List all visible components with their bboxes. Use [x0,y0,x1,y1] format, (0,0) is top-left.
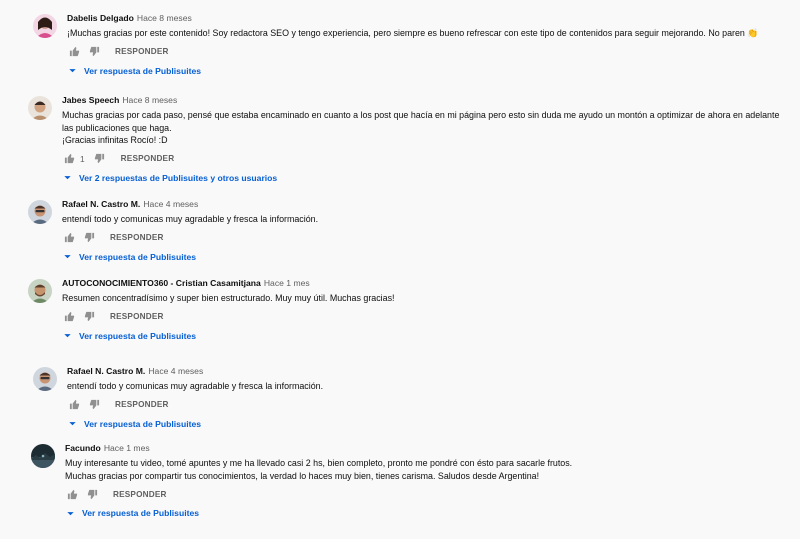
thumbs-down-icon[interactable] [82,310,96,324]
thumbs-up-icon[interactable] [65,487,79,501]
thumbs-down-icon[interactable] [82,231,96,245]
avatar[interactable] [28,96,52,120]
like-count: 1 [80,153,85,164]
comment-text: entendí todo y comunicas muy agradable y… [67,381,324,391]
view-replies-button[interactable]: Ver respuesta de Publisuites [65,506,793,520]
view-replies-button[interactable]: Ver 2 respuestas de Publisuites y otros … [62,171,793,185]
chevron-down-icon [64,334,71,338]
comment-text: entendí todo y comunicas muy agradable y… [62,214,319,224]
comment-body: Rafael N. Castro M. Hace 4 meses entendí … [67,365,793,431]
comment-timestamp[interactable]: Hace 4 meses [143,199,198,209]
chevron-down-icon [64,255,71,259]
reply-button[interactable]: RESPONDER [113,490,167,499]
comment-text: Muy interesante tu video, tomé apuntes y… [65,458,573,481]
chevron-down-icon [69,69,76,73]
view-replies-button[interactable]: Ver respuesta de Publisuites [62,329,793,343]
comment-timestamp[interactable]: Hace 1 mes [104,443,150,453]
thumbs-up-icon[interactable] [67,398,81,412]
chevron-down-icon [67,511,74,515]
avatar[interactable] [31,444,55,468]
comment-body: Rafael N. Castro M. Hace 4 meses entendí … [62,198,793,264]
thumbs-up-icon[interactable] [62,231,76,245]
reply-button[interactable]: RESPONDER [115,400,169,409]
avatar[interactable] [33,367,57,391]
comment-timestamp[interactable]: Hace 1 mes [264,278,310,288]
thumbs-down-icon[interactable] [87,398,101,412]
chevron-down-icon [64,176,71,180]
comment-author[interactable]: Rafael N. Castro M. [67,366,145,376]
chevron-down-icon [69,422,76,426]
thumbs-up-icon[interactable] [62,152,76,166]
view-replies-button[interactable]: Ver respuesta de Publisuites [62,250,793,264]
thumbs-up-icon[interactable] [67,45,81,59]
thumbs-down-icon[interactable] [85,487,99,501]
thumbs-down-icon[interactable] [93,152,107,166]
comment-timestamp[interactable]: Hace 4 meses [148,366,203,376]
comment-text: Resumen concentradísimo y super bien est… [62,293,395,303]
reply-button[interactable]: RESPONDER [121,154,175,163]
reply-button[interactable]: RESPONDER [110,312,164,321]
comment-author[interactable]: AUTOCONOCIMIENTO360 - Cristian Casamitja… [62,278,261,288]
view-replies-label: Ver respuesta de Publisuites [82,508,200,519]
comment-body: Facundo Hace 1 mes Muy interesante tu vid… [65,442,793,520]
comment-author[interactable]: Facundo [65,443,101,453]
comment-body: AUTOCONOCIMIENTO360 - Cristian Casamitja… [62,277,793,343]
comment-author[interactable]: Jabes Speech [62,95,119,105]
thumbs-up-icon[interactable] [62,310,76,324]
comment-timestamp[interactable]: Hace 8 meses [122,95,177,105]
reply-button[interactable]: RESPONDER [110,233,164,242]
view-replies-button[interactable]: Ver respuesta de Publisuites [67,64,793,78]
view-replies-button[interactable]: Ver respuesta de Publisuites [67,417,793,431]
thumbs-down-icon[interactable] [87,45,101,59]
avatar[interactable] [28,279,52,303]
view-replies-label: Ver respuesta de Publisuites [79,251,197,262]
view-replies-label: Ver respuesta de Publisuites [84,65,202,76]
comment-body: Jabes Speech Hace 8 meses Muchas gracias … [62,94,793,185]
view-replies-label: Ver respuesta de Publisuites [84,418,202,429]
comment-timestamp[interactable]: Hace 8 meses [137,13,192,23]
view-replies-label: Ver 2 respuestas de Publisuites y otros … [79,172,278,183]
comment-author[interactable]: Rafael N. Castro M. [62,199,140,209]
comment-body: Dabelis Delgado Hace 8 meses ¡Muchas grac… [67,12,793,78]
avatar[interactable] [28,200,52,224]
comment-text: Muchas gracias por cada paso, pensé que … [62,110,780,146]
reply-button[interactable]: RESPONDER [115,47,169,56]
comment-author[interactable]: Dabelis Delgado [67,13,134,23]
comment-text: ¡Muchas gracias por este contenido! Soy … [67,28,759,38]
view-replies-label: Ver respuesta de Publisuites [79,330,197,341]
avatar[interactable] [33,14,57,38]
